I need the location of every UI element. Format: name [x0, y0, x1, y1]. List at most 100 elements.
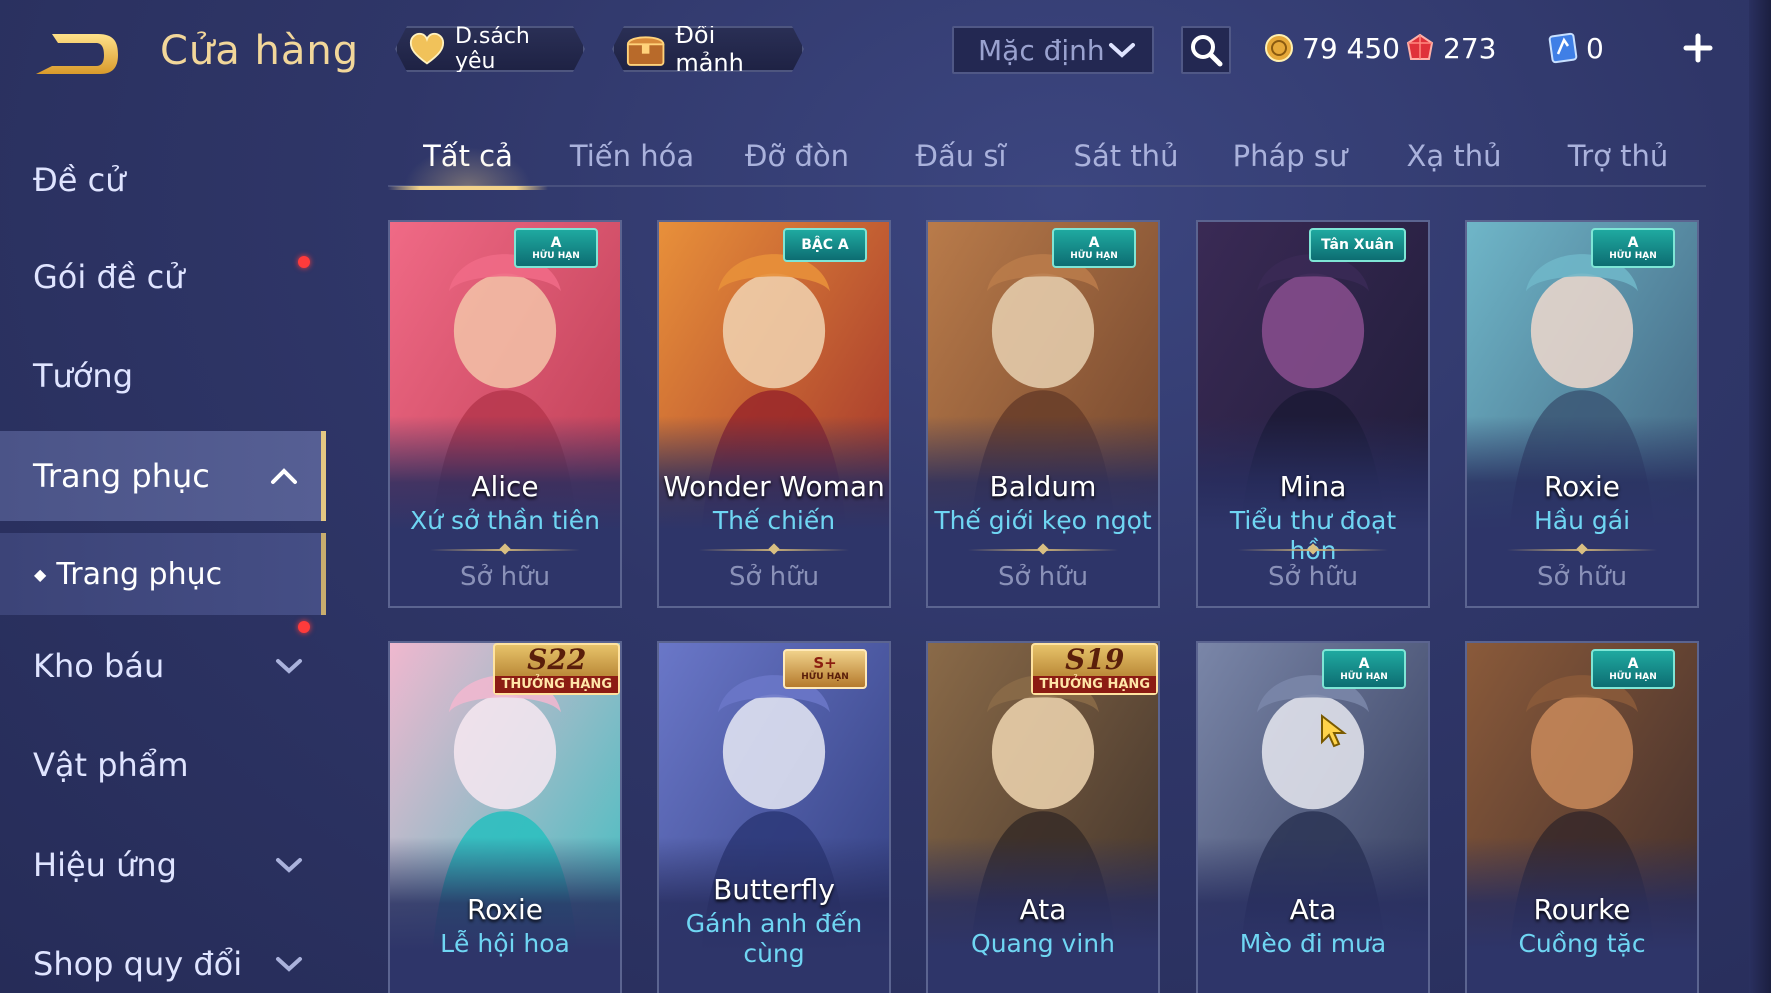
treasure-chest-icon	[626, 30, 665, 68]
tier-badge: A HỮU HẠN	[1591, 649, 1675, 689]
owned-status: Sở hữu	[728, 562, 820, 592]
card-divider	[1238, 549, 1388, 551]
sidebar-item-label: Kho báu	[33, 647, 165, 685]
chevron-down-icon	[276, 957, 302, 972]
sidebar-item-label: Tướng	[33, 357, 133, 395]
tab-fighter[interactable]: Đấu sĩ	[881, 125, 1041, 187]
badge-tier: S19	[1065, 642, 1125, 676]
sidebar-item-recommended[interactable]: Đề cử	[0, 135, 326, 225]
badge-subtitle: HỮU HẠN	[801, 672, 849, 682]
plus-icon	[1683, 33, 1713, 63]
skin-card[interactable]: A HỮU HẠN Baldum Thế giới kẹo ngọt Sở hữu	[926, 220, 1160, 608]
favorites-button[interactable]: D.sách yêu	[395, 26, 585, 72]
sidebar-item-effects[interactable]: Hiệu ứng	[0, 820, 326, 910]
skin-name: Mèo đi mưa	[1239, 929, 1387, 958]
badge-tier: S22	[527, 642, 587, 676]
badge-tier: S+	[813, 654, 837, 672]
chevron-down-icon	[276, 858, 302, 873]
tab-evolution[interactable]: Tiến hóa	[552, 125, 712, 187]
card-divider	[430, 549, 580, 551]
voucher-currency: 273	[1405, 28, 1496, 68]
badge-tier: A	[1627, 655, 1639, 672]
search-button[interactable]	[1181, 26, 1231, 74]
hero-name: Ata	[1289, 893, 1337, 926]
tab-label: Đấu sĩ	[915, 139, 1007, 173]
sidebar-item-exchange-shop[interactable]: Shop quy đổi	[0, 919, 326, 993]
sort-value: Mặc định	[978, 33, 1105, 67]
skin-card[interactable]: A HỮU HẠN Roxie Hầu gái Sở hữu	[1465, 220, 1699, 608]
skin-name: Xứ sở thần tiên	[410, 506, 600, 535]
tab-tank[interactable]: Đỡ đòn	[717, 125, 877, 187]
page-title: Cửa hàng	[160, 28, 360, 74]
tier-badge: S+ HỮU HẠN	[783, 649, 867, 689]
hero-name: Butterfly	[713, 873, 835, 906]
tab-label: Đỡ đòn	[745, 139, 849, 173]
skin-card[interactable]: S+ HỮU HẠN Butterfly Gánh anh đến cùng	[657, 641, 891, 993]
sidebar-item-label: Hiệu ứng	[33, 846, 177, 884]
hero-name: Mina	[1279, 470, 1347, 503]
tab-all[interactable]: Tất cả	[388, 125, 548, 190]
hero-name: Roxie	[1543, 470, 1621, 503]
sidebar-item-recommended-bundles[interactable]: Gói đề cử	[0, 232, 326, 322]
card-divider	[968, 549, 1118, 551]
badge-tier: BẬC A	[801, 237, 849, 253]
skin-card[interactable]: Tân Xuân MinaTiểu thư đoạt hồnSở hữu	[1196, 220, 1430, 608]
tab-marksman[interactable]: Xạ thủ	[1374, 125, 1534, 187]
back-button[interactable]	[30, 28, 122, 82]
sidebar-item-skins[interactable]: Trang phục	[0, 431, 326, 521]
bullet-icon: ◆	[34, 564, 47, 584]
skin-name: Gánh anh đến cùng	[685, 909, 863, 968]
favorites-label: D.sách yêu	[454, 24, 530, 74]
tab-support[interactable]: Trợ thủ	[1538, 125, 1698, 187]
tab-label: Pháp sư	[1232, 139, 1348, 173]
tab-label: Xạ thủ	[1406, 139, 1502, 173]
sidebar-item-heroes[interactable]: Tướng	[0, 331, 326, 421]
skin-card[interactable]: A HỮU HẠN Rourke Cuồng tặc	[1465, 641, 1699, 993]
exchange-label: Đổi mảnh	[675, 21, 744, 77]
owned-status: Sở hữu	[997, 562, 1089, 592]
voucher-amount: 273	[1443, 31, 1497, 65]
heart-icon	[409, 31, 445, 67]
add-currency-button[interactable]	[1676, 26, 1720, 70]
top-bar: Cửa hàng D.sách yêu Đổi mảnh Mặc định 79…	[0, 0, 1771, 110]
badge-tier: A	[1358, 655, 1370, 672]
exchange-shards-button[interactable]: Đổi mảnh	[612, 26, 804, 72]
skin-name: Tiểu thư đoạt hồn	[1229, 506, 1397, 565]
sidebar-item-label: Trang phục	[33, 457, 210, 495]
skin-name: Lễ hội hoa	[440, 929, 570, 958]
sidebar-subitem-skins[interactable]: ◆ Trang phục	[0, 533, 326, 615]
skin-card[interactable]: A HỮU HẠN Alice Xứ sở thần tiên Sở hữu	[388, 220, 622, 608]
tab-mage[interactable]: Pháp sư	[1210, 125, 1370, 187]
badge-subtitle: THƯỞNG HẠNG	[1033, 675, 1156, 693]
tier-badge: A HỮU HẠN	[1322, 649, 1406, 689]
sidebar-item-treasure[interactable]: Kho báu	[0, 621, 326, 711]
tier-badge: A HỮU HẠN	[1591, 228, 1675, 268]
ticket-currency: 0	[1548, 28, 1604, 68]
badge-subtitle: HỮU HẠN	[1609, 671, 1657, 682]
back-arrow-icon	[36, 34, 118, 74]
mouse-cursor-icon	[1321, 714, 1347, 748]
tab-assassin[interactable]: Sát thủ	[1046, 125, 1206, 187]
skin-card[interactable]: A HỮU HẠN Ata Mèo đi mưa	[1196, 641, 1430, 993]
skin-name: Hầu gái	[1533, 506, 1631, 535]
badge-tier: A	[550, 234, 562, 251]
gold-amount: 79 450	[1302, 31, 1400, 65]
sort-dropdown[interactable]: Mặc định	[952, 26, 1154, 74]
badge-subtitle: THƯỞNG HẠNG	[495, 675, 618, 693]
tier-badge: A HỮU HẠN	[1052, 228, 1136, 268]
hero-name: Roxie	[466, 893, 544, 926]
skin-card[interactable]: BẬC A Wonder Woman Thế chiến Sở hữu	[657, 220, 891, 608]
tab-label: Tất cả	[423, 139, 513, 173]
owned-status: Sở hữu	[459, 562, 551, 592]
tab-label: Sát thủ	[1073, 139, 1179, 173]
owned-status: Sở hữu	[1536, 562, 1628, 592]
notification-dot	[298, 621, 310, 633]
skin-card[interactable]: S22 THƯỞNG HẠNG Roxie Lễ hội hoa	[388, 641, 622, 993]
skin-card[interactable]: S19 THƯỞNG HẠNG Ata Quang vinh	[926, 641, 1160, 993]
chevron-down-icon	[1109, 43, 1135, 58]
badge-tier: A	[1627, 234, 1639, 251]
gold-coin-icon	[1265, 34, 1293, 62]
badge-tier: A	[1088, 234, 1100, 251]
sidebar-item-items[interactable]: Vật phẩm	[0, 720, 326, 810]
tab-label: Tiến hóa	[569, 139, 695, 173]
